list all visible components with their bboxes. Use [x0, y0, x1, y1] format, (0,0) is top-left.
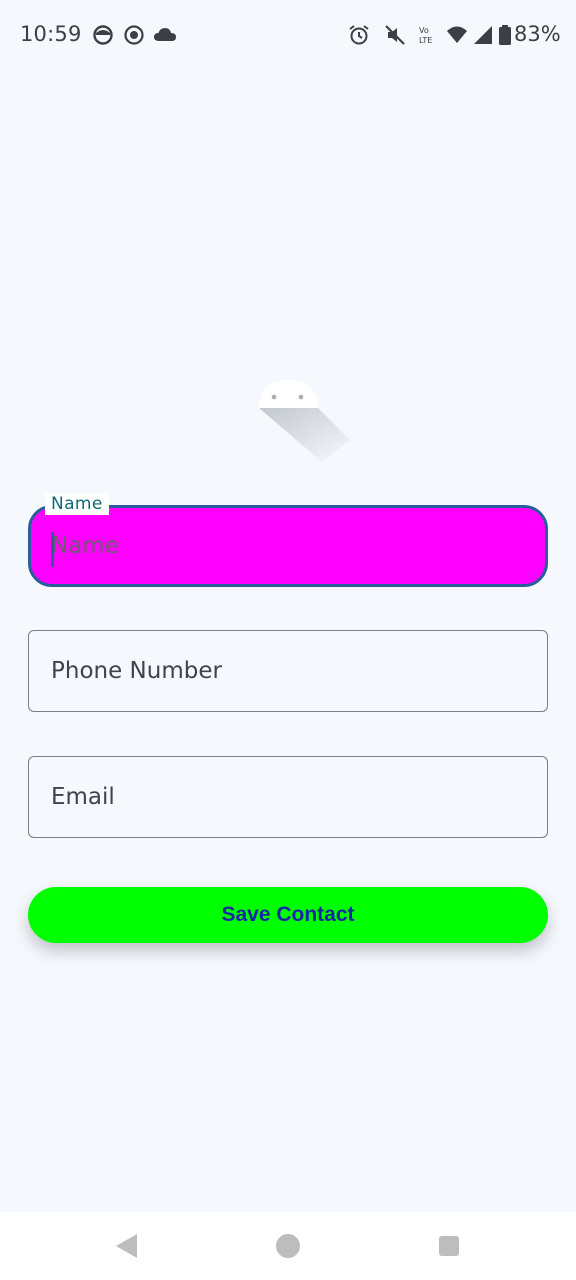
name-field-placeholder: Name: [51, 533, 119, 559]
record-icon: [124, 25, 144, 45]
name-floating-label: Name: [45, 493, 109, 515]
phone-number-field[interactable]: Phone Number: [28, 630, 548, 712]
head-icon: [93, 25, 113, 45]
text-cursor: [51, 532, 54, 567]
save-contact-button[interactable]: Save Contact: [28, 887, 548, 943]
android-logo: [259, 380, 350, 462]
email-placeholder: Email: [51, 784, 115, 810]
battery-icon: [499, 25, 511, 45]
signal-icon: [474, 26, 492, 44]
alarm-icon: [349, 25, 369, 45]
svg-text:LTE: LTE: [419, 36, 432, 45]
navigation-bar: [0, 1212, 576, 1280]
phone-number-placeholder: Phone Number: [51, 658, 222, 684]
email-field[interactable]: Email: [28, 756, 548, 838]
save-contact-label: Save Contact: [221, 903, 355, 926]
cloud-icon: [154, 28, 176, 41]
name-field[interactable]: Name: [28, 505, 548, 587]
status-time: 10:59: [20, 22, 82, 46]
battery-percent: 83%: [514, 22, 561, 46]
back-icon[interactable]: [116, 1234, 137, 1258]
mute-icon: [385, 25, 405, 45]
svg-text:Vo: Vo: [419, 26, 429, 35]
wifi-icon: [447, 26, 467, 43]
home-icon[interactable]: [276, 1234, 300, 1258]
status-bar: 10:59 Vo LTE 83%: [0, 0, 576, 72]
volte-icon: Vo LTE: [419, 26, 432, 45]
recents-icon[interactable]: [439, 1236, 459, 1256]
